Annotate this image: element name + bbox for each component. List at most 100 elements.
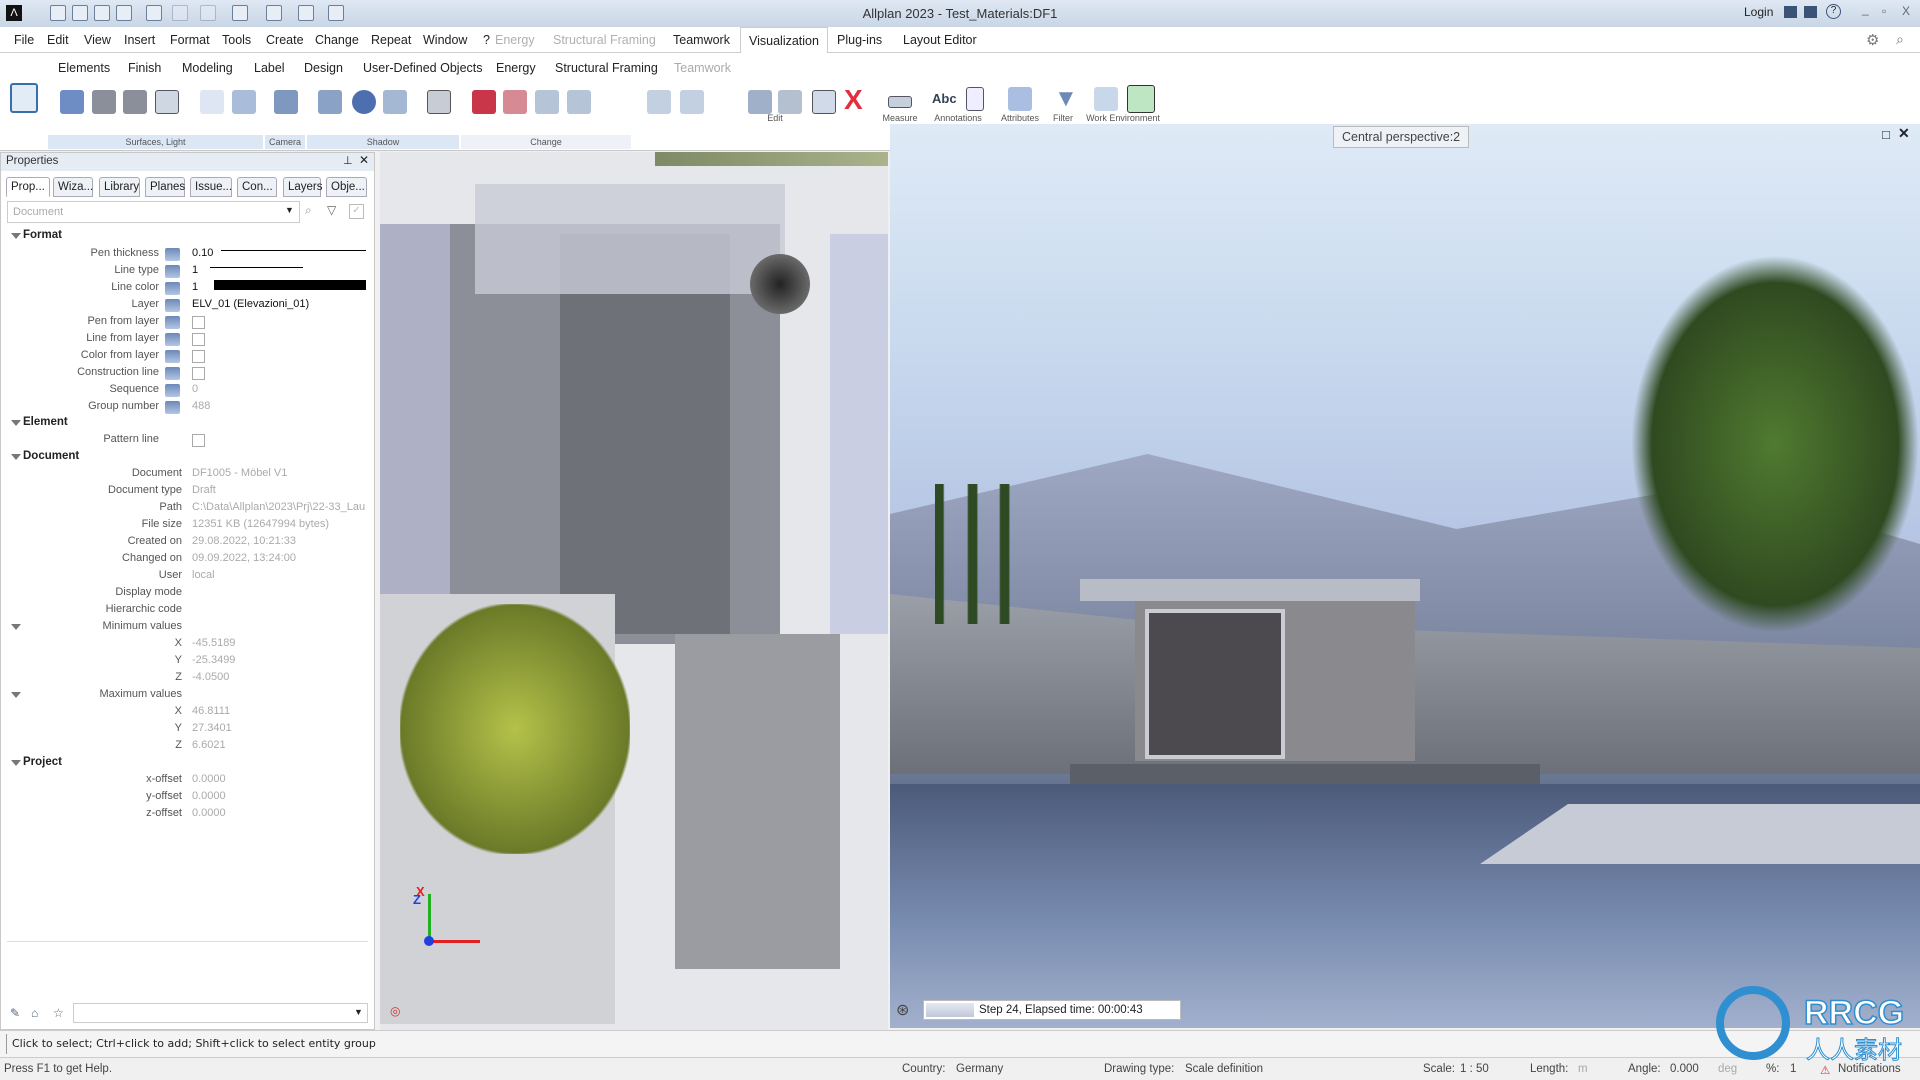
render-viewport[interactable]: Central perspective:2 □ ✕ ⊛ Step 24, Ela…	[890, 124, 1920, 1028]
chevron-down-icon[interactable]: ▼	[285, 205, 294, 215]
drawing-type-value[interactable]: Scale definition	[1185, 1063, 1263, 1075]
layer-value[interactable]: ELV_01 (Elevazioni_01)	[192, 298, 309, 310]
annotation-list-icon[interactable]	[966, 87, 984, 111]
cart-icon[interactable]	[1804, 6, 1817, 18]
menu-change[interactable]: Change	[315, 33, 359, 47]
zoom-icon[interactable]: ⌕	[305, 203, 312, 218]
sun-icon[interactable]	[352, 90, 376, 114]
tab-wizards[interactable]: Wiza...	[53, 177, 93, 197]
split-icon[interactable]	[567, 90, 591, 114]
minimize-button[interactable]: _	[1862, 2, 1869, 16]
ribbon-tab-teamwork[interactable]: Teamwork	[674, 61, 731, 75]
save-favorite-icon[interactable]: ☆	[53, 1006, 64, 1020]
pin-icon[interactable]: ⊥	[343, 154, 353, 167]
open-favorite-icon[interactable]: ⌂	[31, 1006, 38, 1020]
menu-window[interactable]: Window	[423, 33, 467, 47]
menu-file[interactable]: File	[14, 33, 34, 47]
tab-connect[interactable]: Con...	[237, 177, 277, 197]
sphere-icon[interactable]	[155, 90, 179, 114]
close-palette-icon[interactable]: ✕	[359, 153, 369, 167]
construction-line-checkbox[interactable]	[192, 367, 205, 380]
line-type-value[interactable]: 1	[192, 264, 198, 276]
properties-palette-icon[interactable]	[10, 83, 38, 113]
checkbox-icon[interactable]: ✓	[349, 204, 364, 219]
maximize-view-icon[interactable]: □	[1882, 127, 1890, 142]
surface-assign-icon[interactable]	[92, 90, 116, 114]
navigation-icon[interactable]: ◎	[390, 1004, 400, 1018]
search-icon[interactable]: ⌕	[1896, 31, 1904, 48]
ribbon-tab-elements[interactable]: Elements	[58, 61, 110, 75]
menu-edit[interactable]: Edit	[47, 33, 69, 47]
menu-view[interactable]: View	[84, 33, 111, 47]
ribbon-tab-modeling[interactable]: Modeling	[182, 61, 233, 75]
color-from-layer-checkbox[interactable]	[192, 350, 205, 363]
ribbon-tab-label[interactable]: Label	[254, 61, 285, 75]
tab-layers[interactable]: Layers	[283, 177, 323, 197]
chevron-down-icon[interactable]: ▼	[354, 1007, 363, 1017]
tab-plug-ins[interactable]: Plug-ins	[837, 33, 882, 47]
collapse-project-icon[interactable]	[11, 760, 21, 766]
attributes-icon[interactable]	[1008, 87, 1032, 111]
percent-value[interactable]: 1	[1790, 1063, 1796, 1075]
filter-icon[interactable]: ▽	[327, 203, 336, 217]
section-icon[interactable]	[427, 90, 451, 114]
selection-mode-icon[interactable]	[1127, 85, 1155, 113]
filter-icon[interactable]: ▼	[1054, 85, 1078, 113]
restore-button[interactable]: ▫	[1882, 4, 1886, 18]
ribbon-tab-energy[interactable]: Energy	[496, 61, 536, 75]
tab-issues[interactable]: Issue...	[190, 177, 232, 197]
plan-viewport[interactable]: X Z ◎	[380, 152, 888, 1030]
trim-icon[interactable]	[503, 90, 527, 114]
shadow-settings-icon[interactable]	[318, 90, 342, 114]
light-icon[interactable]	[60, 90, 84, 114]
collapse-element-icon[interactable]	[11, 420, 21, 426]
pen-thickness-value[interactable]: 0.10	[192, 247, 213, 259]
tab-structural-framing[interactable]: Structural Framing	[553, 33, 656, 47]
help-icon[interactable]: ?	[1826, 4, 1841, 19]
scale-value[interactable]: 1 : 50	[1460, 1063, 1489, 1075]
text-icon[interactable]: Abc	[932, 91, 957, 106]
ribbon-tab-design[interactable]: Design	[304, 61, 343, 75]
line-color-value[interactable]: 1	[192, 281, 198, 293]
notification-icon[interactable]: ⚠	[1820, 1063, 1830, 1077]
render-settings-icon[interactable]: ⊛	[896, 1000, 909, 1020]
close-view-icon[interactable]: ✕	[1898, 125, 1910, 142]
eraser-icon[interactable]	[472, 90, 496, 114]
shadow-image-icon[interactable]	[383, 90, 407, 114]
tab-teamwork[interactable]: Teamwork	[673, 33, 730, 47]
login-button[interactable]: Login	[1744, 5, 1773, 19]
favorite-select[interactable]: ▼	[73, 1003, 368, 1023]
tab-layout-editor[interactable]: Layout Editor	[903, 33, 977, 47]
camera-icon[interactable]	[274, 90, 298, 114]
work-environment-icon[interactable]	[1094, 87, 1118, 111]
tab-properties[interactable]: Prop...	[6, 177, 50, 197]
menu-repeat[interactable]: Repeat	[371, 33, 411, 47]
measure-icon[interactable]	[888, 96, 912, 108]
server-icon[interactable]	[1784, 6, 1797, 18]
bulb-settings-icon[interactable]	[200, 90, 224, 114]
length-unit[interactable]: m	[1578, 1063, 1588, 1075]
modify-icon[interactable]	[535, 90, 559, 114]
surface-settings-icon[interactable]	[123, 90, 147, 114]
object-filter-select[interactable]: Document ▼	[7, 201, 300, 223]
menu-insert[interactable]: Insert	[124, 33, 155, 47]
pen-from-layer-checkbox[interactable]	[192, 316, 205, 329]
menu-format[interactable]: Format	[170, 33, 210, 47]
collapse-format-icon[interactable]	[11, 233, 21, 239]
country-value[interactable]: Germany	[956, 1063, 1003, 1075]
angle-value[interactable]: 0.000	[1670, 1063, 1699, 1075]
ribbon-tab-finish[interactable]: Finish	[128, 61, 161, 75]
pipette-icon[interactable]: ✎	[10, 1006, 20, 1020]
tab-planes[interactable]: Planes	[145, 177, 185, 197]
tab-visualization[interactable]: Visualization	[740, 27, 828, 54]
menu-help[interactable]: ?	[483, 33, 490, 47]
ribbon-tab-user-defined-objects[interactable]: User-Defined Objects	[363, 61, 483, 75]
tab-objects[interactable]: Obje...	[326, 177, 367, 197]
settings-icon[interactable]: ⚙	[1866, 31, 1879, 49]
collapse-document-icon[interactable]	[11, 454, 21, 460]
menu-tools[interactable]: Tools	[222, 33, 251, 47]
tab-energy[interactable]: Energy	[495, 33, 535, 47]
pattern-line-checkbox[interactable]	[192, 434, 205, 447]
line-from-layer-checkbox[interactable]	[192, 333, 205, 346]
ribbon-tab-structural-framing[interactable]: Structural Framing	[555, 61, 658, 75]
